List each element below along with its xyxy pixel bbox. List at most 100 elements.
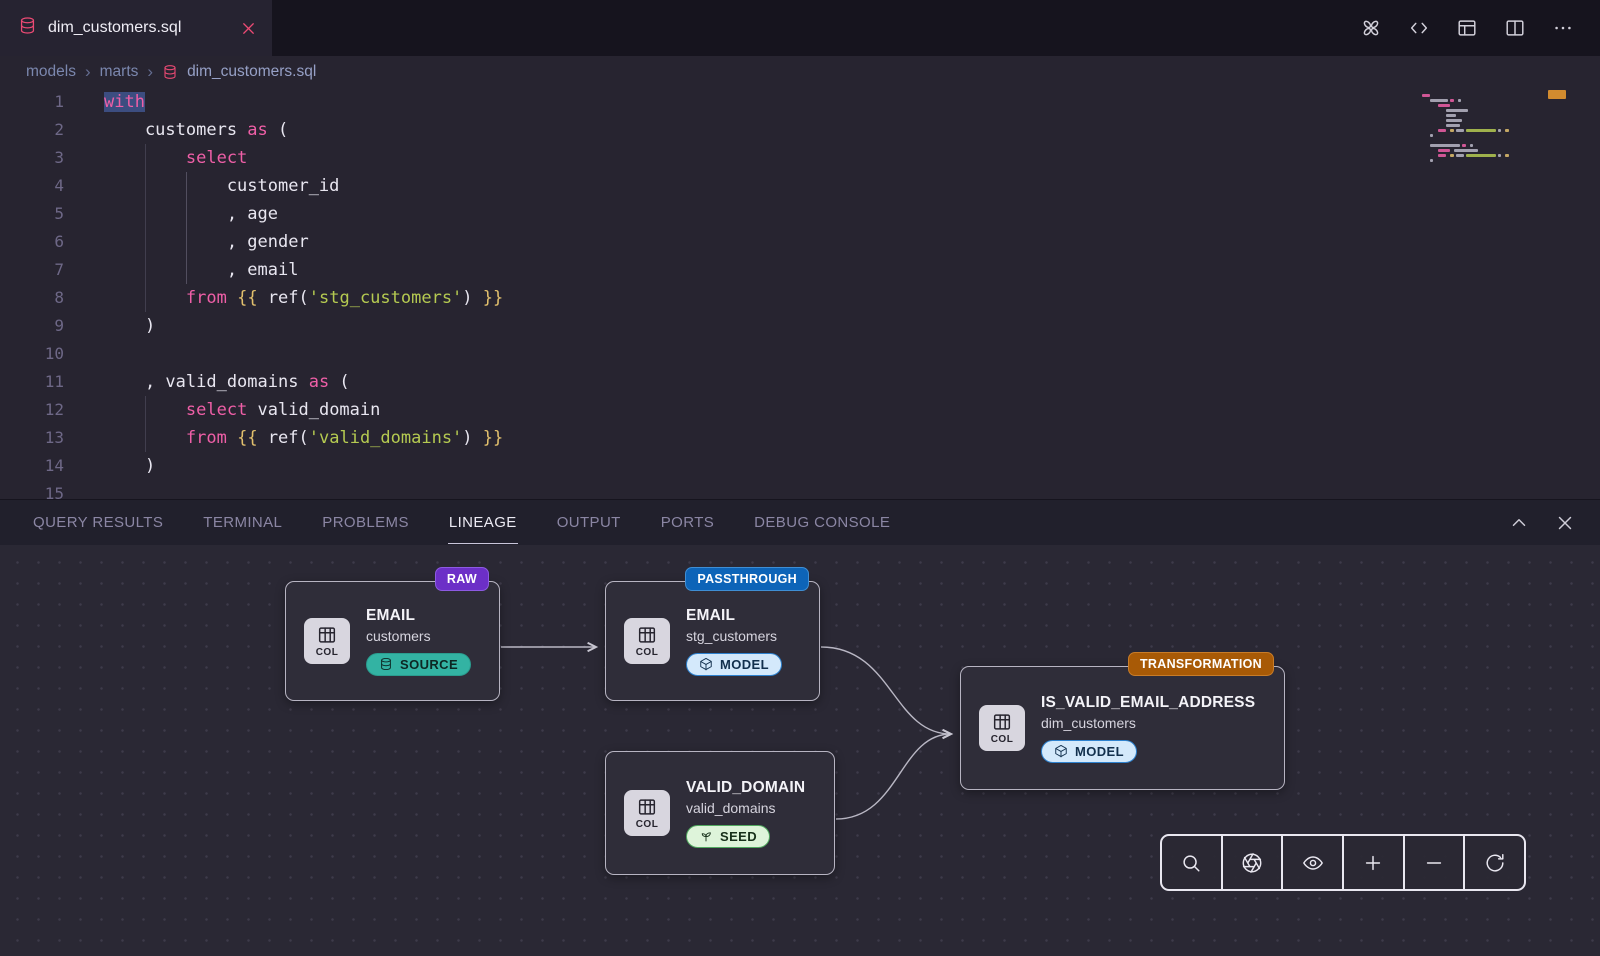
column-icon-label: COL [316, 647, 339, 658]
code-text: , gender [104, 228, 309, 256]
breadcrumb-item[interactable]: models [26, 63, 76, 81]
code-line[interactable]: 11 , valid_domains as ( [0, 368, 1600, 396]
lineage-node-dim-customers[interactable]: TRANSFORMATIONCOLIS_VALID_EMAIL_ADDRESSd… [960, 666, 1285, 790]
split-editor-button[interactable] [1504, 17, 1526, 39]
lineage-canvas[interactable]: RAWCOLEMAILcustomersSOURCEPASSTHROUGHCOL… [0, 545, 1600, 956]
columns-icon [636, 796, 658, 818]
panel-actions [1508, 512, 1576, 534]
refresh-button[interactable] [1465, 836, 1524, 889]
code-icon [1408, 17, 1430, 39]
code-line[interactable]: 13 from {{ ref('valid_domains') }} [0, 424, 1600, 452]
line-number: 4 [0, 172, 64, 200]
indent-guide [186, 172, 187, 284]
node-tag-raw: RAW [435, 567, 489, 591]
code-line[interactable]: 1 with [0, 88, 1600, 116]
more-icon [1552, 17, 1574, 39]
node-badge-seed: SEED [686, 825, 770, 848]
code-line[interactable]: 15 [0, 480, 1600, 499]
breadcrumb-item[interactable]: marts [100, 63, 139, 81]
node-badge-model: MODEL [1041, 740, 1137, 763]
code-text: from {{ ref('stg_customers') }} [104, 284, 503, 312]
minus-icon [1423, 852, 1445, 874]
code-editor[interactable]: 1 with2 customers as (3 select4 customer_… [0, 88, 1600, 499]
seedling-icon [699, 829, 713, 843]
code-line[interactable]: 8 from {{ ref('stg_customers') }} [0, 284, 1600, 312]
column-icon-box: COL [304, 618, 350, 664]
code-line[interactable]: 12 select valid_domain [0, 396, 1600, 424]
code-line[interactable]: 4 customer_id [0, 172, 1600, 200]
panel-tab-query-results[interactable]: QUERY RESULTS [32, 502, 164, 544]
breadcrumb: models›marts›dim_customers.sql [0, 56, 1600, 88]
line-number: 11 [0, 368, 64, 396]
search-button[interactable] [1162, 836, 1223, 889]
more-actions-button[interactable] [1552, 17, 1574, 39]
lineage-node-valid-domains[interactable]: COL VALID_DOMAIN valid_domains SEED [605, 751, 835, 875]
minimap[interactable] [1422, 94, 1534, 169]
code-preview-button[interactable] [1408, 17, 1430, 39]
code-line[interactable]: 10 [0, 340, 1600, 368]
line-number: 8 [0, 284, 64, 312]
node-subtitle: stg_customers [686, 628, 782, 644]
panel-tab-bar: QUERY RESULTS TERMINAL PROBLEMS LINEAGE OUTP… [0, 499, 1600, 545]
panel-tab-terminal[interactable]: TERMINAL [202, 502, 283, 544]
code-line[interactable]: 6 , gender [0, 228, 1600, 256]
lineage-toolbar [1160, 834, 1526, 891]
node-tag-passthrough: PASSTHROUGH [685, 567, 809, 591]
node-badge-source: SOURCE [366, 653, 471, 676]
node-body: IS_VALID_EMAIL_ADDRESSdim_customersMODEL [1041, 694, 1255, 763]
panel-tab-debug-console[interactable]: DEBUG CONSOLE [753, 502, 891, 544]
columns-icon [991, 711, 1013, 733]
editor-tab-dim-customers[interactable]: dim_customers.sql [0, 0, 272, 56]
column-icon-box: COL [979, 705, 1025, 751]
chevron-up-icon [1508, 512, 1530, 534]
code-line[interactable]: 14 ) [0, 452, 1600, 480]
code-text: , age [104, 200, 278, 228]
split-editor-icon [1504, 17, 1526, 39]
columns-icon [316, 624, 338, 646]
zoom-in-button[interactable] [1344, 836, 1405, 889]
flower-button[interactable] [1360, 17, 1382, 39]
column-icon-box: COL [624, 790, 670, 836]
line-number: 12 [0, 396, 64, 424]
table-icon [1456, 17, 1478, 39]
search-icon [1180, 852, 1202, 874]
table-view-button[interactable] [1456, 17, 1478, 39]
code-line[interactable]: 9 ) [0, 312, 1600, 340]
line-number: 10 [0, 340, 64, 368]
lineage-node-stg-customers[interactable]: PASSTHROUGHCOLEMAILstg_customersMODEL [605, 581, 820, 701]
node-title: VALID_DOMAIN [686, 779, 805, 797]
node-subtitle: customers [366, 628, 471, 644]
node-subtitle: valid_domains [686, 800, 805, 816]
aperture-button[interactable] [1223, 836, 1284, 889]
tab-close-slot[interactable] [239, 19, 258, 38]
collapse-panel-button[interactable] [1508, 512, 1530, 534]
panel-tab-output[interactable]: OUTPUT [556, 502, 622, 544]
tab-icon-slot [18, 16, 37, 40]
node-body: EMAILstg_customersMODEL [686, 607, 782, 676]
code-line[interactable]: 2 customers as ( [0, 116, 1600, 144]
line-number: 7 [0, 256, 64, 284]
titlebar: dim_customers.sql [0, 0, 1600, 56]
breadcrumb-file[interactable]: dim_customers.sql [187, 63, 316, 81]
code-line[interactable]: 5 , age [0, 200, 1600, 228]
close-panel-button[interactable] [1554, 512, 1576, 534]
code-text: with [104, 88, 145, 116]
code-line[interactable]: 7 , email [0, 256, 1600, 284]
lineage-node-customers[interactable]: RAWCOLEMAILcustomersSOURCE [285, 581, 500, 701]
zoom-out-button[interactable] [1405, 836, 1466, 889]
badge-label: SEED [720, 829, 757, 844]
cube-icon [1054, 744, 1068, 758]
close-icon [239, 19, 258, 38]
panel-tab-lineage[interactable]: LINEAGE [448, 502, 518, 544]
code-line[interactable]: 3 select [0, 144, 1600, 172]
line-number: 2 [0, 116, 64, 144]
column-icon-label: COL [636, 819, 659, 830]
indent-guide [145, 144, 146, 312]
panel-tab-problems[interactable]: PROBLEMS [321, 502, 410, 544]
panel-tab-ports[interactable]: PORTS [660, 502, 715, 544]
line-number: 1 [0, 88, 64, 116]
code-lines: 1 with2 customers as (3 select4 customer_… [0, 88, 1600, 499]
line-number: 5 [0, 200, 64, 228]
visibility-button[interactable] [1283, 836, 1344, 889]
plus-icon [1362, 852, 1384, 874]
